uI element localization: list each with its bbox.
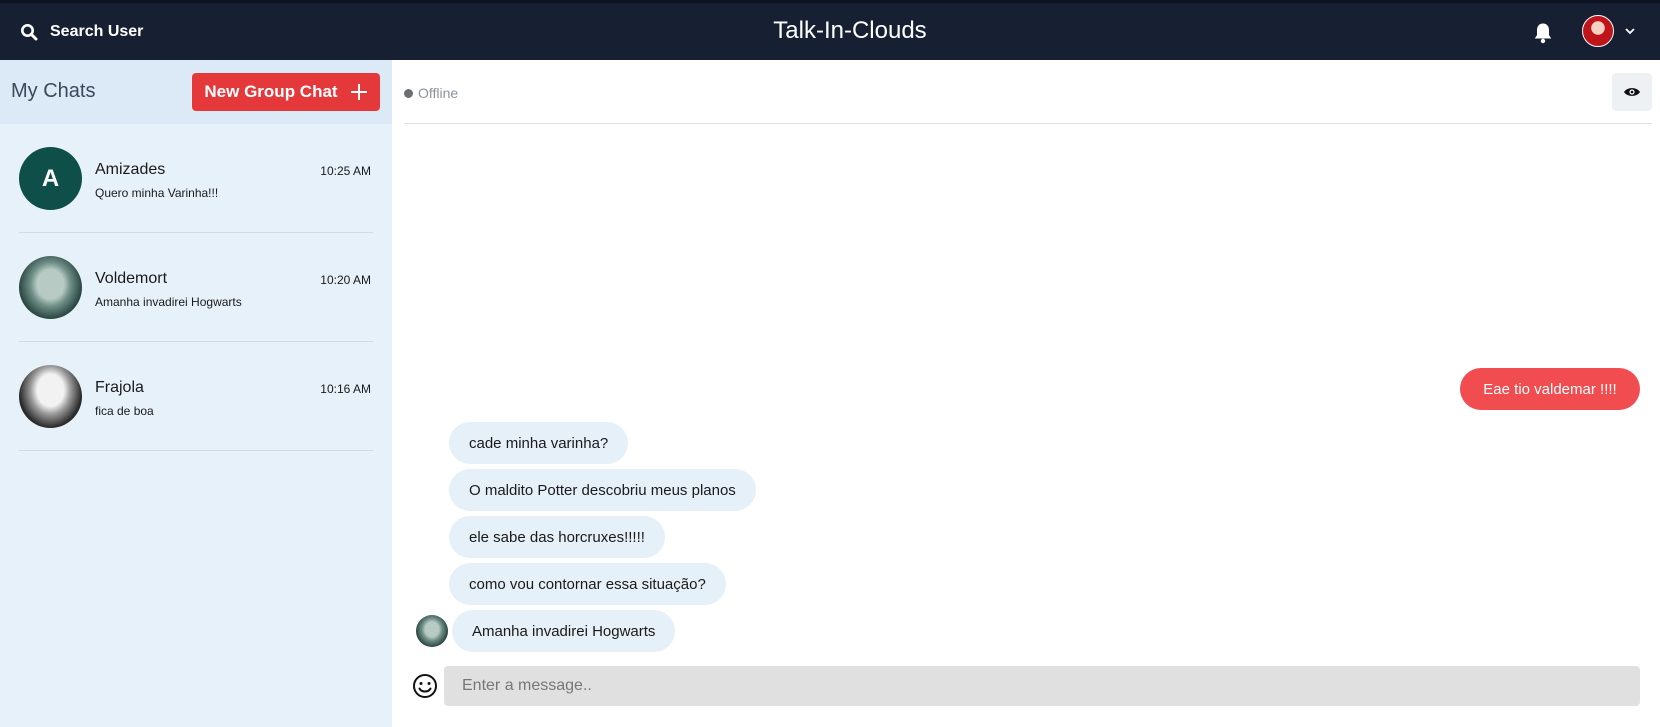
sidebar-title: My Chats [11, 80, 96, 102]
chat-preview: fica de boa [95, 404, 154, 418]
plus-icon [350, 84, 367, 100]
top-bar: Search User Talk-In-Clouds [0, 0, 1660, 60]
avatar [19, 365, 82, 428]
new-group-chat-label: New Group Chat [204, 82, 338, 101]
message-composer [412, 666, 1640, 706]
message-input[interactable] [444, 666, 1640, 706]
emoji-button[interactable] [412, 673, 438, 704]
chat-item-amizades[interactable]: A Amizades Quero minha Varinha!!! 10:25 … [19, 124, 373, 233]
message-incoming: Amanha invadirei Hogwarts [452, 610, 676, 652]
chat-name: Frajola [95, 379, 144, 396]
app-title: Talk-In-Clouds [773, 17, 927, 44]
chevron-down-icon [1625, 28, 1635, 35]
avatar [416, 615, 448, 647]
message-incoming: como vou contornar essa situação? [449, 563, 726, 605]
eye-icon [1624, 88, 1640, 96]
chat-item-frajola[interactable]: Frajola fica de boa 10:16 AM [19, 342, 373, 451]
status-dot [404, 88, 413, 98]
emoji-icon [413, 674, 437, 698]
avatar [19, 256, 82, 319]
message-incoming: ele sabe das horcruxes!!!!! [449, 516, 665, 558]
view-profile-button[interactable] [1612, 73, 1652, 111]
status-text: Offline [418, 85, 459, 101]
chat-time: 10:16 AM [320, 382, 371, 396]
chat-name: Voldemort [95, 270, 168, 287]
notifications-button[interactable] [1533, 22, 1553, 49]
new-group-chat-button[interactable]: New Group Chat [192, 73, 380, 111]
message-outgoing: Eae tio valdemar !!!! [1460, 368, 1640, 410]
chat-list: A Amizades Quero minha Varinha!!! 10:25 … [19, 124, 373, 451]
status-indicator: Offline [404, 85, 458, 101]
message-incoming: cade minha varinha? [449, 422, 629, 464]
conversation-panel: Offline Eae tio valdemar !!!! cade minha… [392, 60, 1660, 727]
chat-preview: Amanha invadirei Hogwarts [95, 295, 242, 309]
chat-sidebar: My Chats New Group Chat A Amizades Quero… [0, 60, 392, 727]
conversation-header: Offline [404, 60, 1652, 124]
message-incoming: O maldito Potter descobriu meus planos [449, 469, 756, 511]
sidebar-header: My Chats New Group Chat [0, 60, 392, 124]
chat-time: 10:25 AM [320, 164, 371, 178]
avatar-initial: A [41, 164, 60, 192]
chat-name: Amizades [95, 161, 166, 178]
chat-item-voldemort[interactable]: Voldemort Amanha invadirei Hogwarts 10:2… [19, 233, 373, 342]
chat-time: 10:20 AM [320, 273, 371, 287]
avatar [1582, 15, 1614, 47]
bell-icon [1534, 23, 1552, 44]
avatar: A [19, 147, 82, 210]
profile-menu[interactable] [1582, 15, 1636, 47]
chat-preview: Quero minha Varinha!!! [95, 186, 219, 200]
